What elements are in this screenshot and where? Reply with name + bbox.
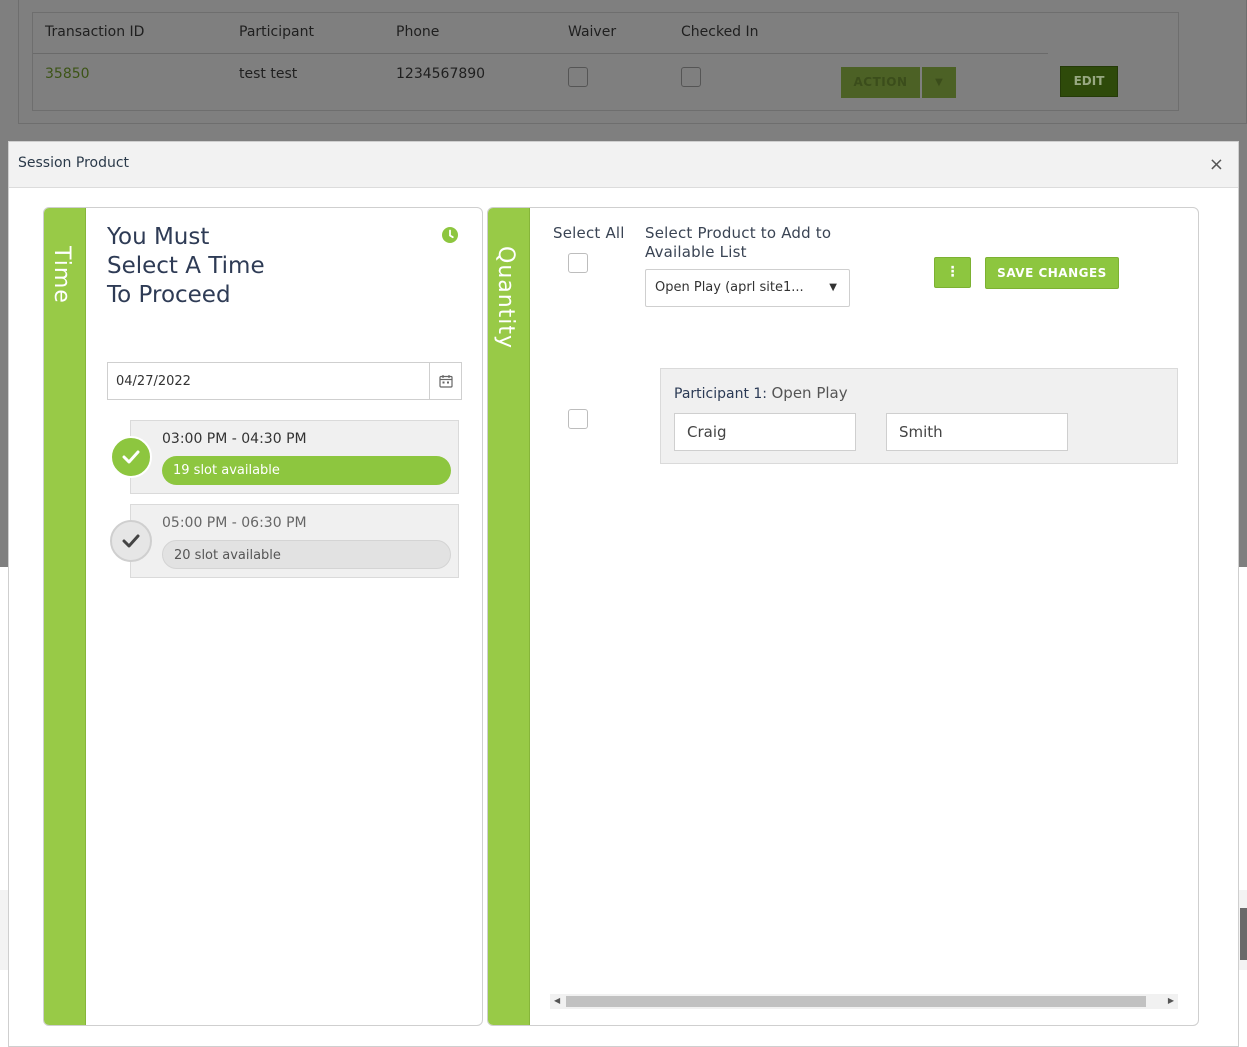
save-changes-button[interactable]: SAVE CHANGES: [985, 257, 1119, 289]
select-time-prompt: You Must Select A Time To Proceed: [107, 224, 265, 308]
time-tab: Time: [44, 208, 86, 1025]
modal-title: Session Product: [18, 155, 130, 171]
last-name-input[interactable]: [886, 413, 1068, 451]
background-edge: [1240, 908, 1247, 960]
close-icon[interactable]: ×: [1209, 156, 1224, 174]
select-all-label: Select All: [553, 224, 625, 242]
participant-product: Open Play: [771, 384, 848, 402]
select-all-checkbox[interactable]: [568, 253, 588, 273]
kebab-icon: ⋮: [945, 264, 960, 280]
col-header-phone: Phone: [396, 24, 440, 40]
scroll-right-icon[interactable]: ▶: [1168, 996, 1174, 1005]
session-product-modal: Session Product × Time You Must Select A…: [8, 141, 1239, 1047]
caret-down-icon: ▼: [829, 282, 837, 293]
date-input[interactable]: [108, 363, 430, 399]
transaction-id-link[interactable]: 35850: [45, 66, 90, 82]
product-select[interactable]: Open Play (aprl site1... ▼: [645, 269, 850, 307]
horizontal-scrollbar[interactable]: ◀ ▶: [550, 994, 1178, 1009]
more-options-button[interactable]: ⋮: [934, 257, 971, 288]
col-header-waiver: Waiver: [568, 24, 617, 40]
participant-number: Participant 1:: [674, 386, 768, 402]
quantity-tab: Quantity: [488, 208, 530, 1025]
slot-time: 03:00 PM - 04:30 PM: [162, 431, 307, 447]
selected-check-icon: [110, 436, 152, 478]
modal-header: Session Product ×: [9, 142, 1238, 188]
product-select-label: Select Product to Add to Available List: [645, 224, 832, 261]
product-select-value: Open Play (aprl site1...: [655, 280, 804, 295]
phone-cell: 1234567890: [396, 66, 486, 82]
calendar-button[interactable]: [429, 363, 461, 399]
slot-availability: 20 slot available: [162, 540, 451, 569]
first-name-input[interactable]: [674, 413, 856, 451]
col-header-transaction-id: Transaction ID: [45, 24, 145, 40]
participant-checkbox[interactable]: [568, 409, 588, 429]
slot-availability: 19 slot available: [162, 456, 451, 485]
participant-cell: test test: [239, 66, 298, 82]
waiver-checkbox[interactable]: [568, 67, 588, 87]
quantity-panel: Quantity Select All Select Product to Ad…: [487, 207, 1199, 1026]
calendar-icon: [438, 375, 453, 388]
action-button[interactable]: ACTION: [841, 67, 920, 98]
slot-time: 05:00 PM - 06:30 PM: [162, 515, 307, 531]
quantity-tab-label: Quantity: [493, 246, 518, 350]
col-header-participant: Participant: [239, 24, 314, 40]
participant-heading: Participant 1: Open Play: [674, 384, 848, 402]
scroll-left-icon[interactable]: ◀: [554, 996, 560, 1005]
caret-down-icon: ▼: [935, 77, 943, 88]
edit-button[interactable]: EDIT: [1060, 66, 1118, 97]
date-picker: [107, 362, 462, 400]
background-row-divider: [33, 53, 1048, 54]
col-header-checked-in: Checked In: [681, 24, 759, 40]
time-tab-label: Time: [49, 246, 74, 304]
unselected-check-icon: [110, 520, 152, 562]
clock-icon: [442, 227, 458, 243]
scrollbar-thumb[interactable]: [566, 996, 1146, 1007]
participant-card: Participant 1: Open Play: [660, 368, 1178, 464]
checked-in-checkbox[interactable]: [681, 67, 701, 87]
time-slot[interactable]: 03:00 PM - 04:30 PM 19 slot available: [130, 420, 459, 494]
time-panel: Time You Must Select A Time To Proceed 0…: [43, 207, 483, 1026]
action-dropdown-toggle[interactable]: ▼: [922, 67, 956, 98]
time-slot[interactable]: 05:00 PM - 06:30 PM 20 slot available: [130, 504, 459, 578]
